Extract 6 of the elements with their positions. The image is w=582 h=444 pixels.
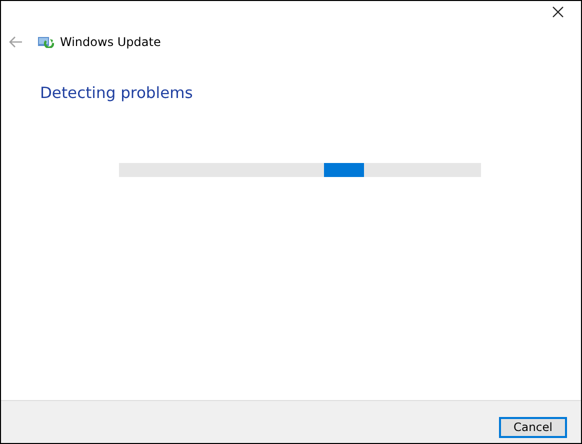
window-title: Windows Update (60, 35, 161, 49)
back-arrow-icon[interactable] (9, 36, 23, 48)
troubleshooter-icon (38, 36, 54, 48)
close-icon[interactable] (552, 6, 564, 18)
page-heading: Detecting problems (40, 84, 194, 102)
cancel-button[interactable]: Cancel (499, 416, 567, 438)
